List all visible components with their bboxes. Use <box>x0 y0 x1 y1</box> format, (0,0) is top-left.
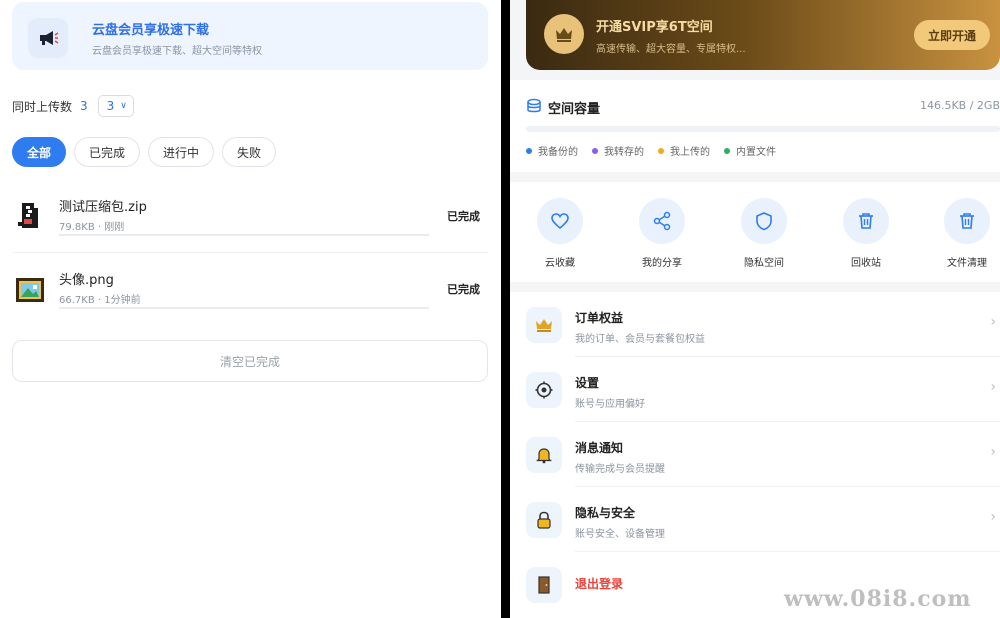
list-item[interactable]: 测试压缩包.zip 79.8KB · 刚刚 已完成 <box>12 190 488 250</box>
quick-action-file-cleanup[interactable]: 文件清理 <box>932 198 1000 269</box>
quick-action-private-space[interactable]: 隐私空间 <box>729 198 799 269</box>
menu-title: 隐私与安全 <box>575 506 636 520</box>
chevron-right-icon: › <box>990 314 996 330</box>
storage-card: 空间容量 146.5KB / 2GB 我备份的 我转存的 我上传的 内置文件 <box>510 80 1000 172</box>
file-progress-fill <box>59 307 429 309</box>
divider <box>12 252 488 253</box>
menu-item-orders[interactable]: 订单权益 我的订单、会员与套餐包权益 › <box>510 292 1000 356</box>
share-icon <box>639 198 685 244</box>
database-icon <box>526 98 542 118</box>
watermark: www.08i8.com <box>784 586 972 612</box>
profile-panel: 开通SVIP享6T空间 高速传输、超大容量、专属特权... 立即开通 空间容量 … <box>510 0 1000 618</box>
heart-icon <box>537 198 583 244</box>
quick-action-label: 回收站 <box>851 258 881 269</box>
chevron-right-icon: › <box>990 444 996 460</box>
file-name: 测试压缩包.zip <box>59 200 147 215</box>
storage-progress-bar <box>526 126 1000 132</box>
file-meta: 79.8KB · 刚刚 <box>59 222 125 233</box>
crown-icon <box>544 14 584 54</box>
svip-subtitle: 高速传输、超大容量、专属特权... <box>596 44 746 55</box>
menu-item-settings[interactable]: 设置 账号与应用偏好 › <box>510 357 1000 421</box>
quick-action-recycle-bin[interactable]: 回收站 <box>831 198 901 269</box>
file-progress-fill <box>59 234 429 236</box>
legend-label: 我上传的 <box>670 147 710 158</box>
legend-item: 我上传的 <box>658 143 710 158</box>
trash-icon <box>944 198 990 244</box>
promo-subtitle: 云盘会员享极速下载、超大空间等特权 <box>92 46 262 57</box>
file-meta: 66.7KB · 1分钟前 <box>59 295 141 306</box>
legend-label: 我备份的 <box>538 147 578 158</box>
megaphone-icon <box>28 18 68 58</box>
chevron-right-icon: › <box>990 509 996 525</box>
concurrency-setting: 同时上传数 3 3 ∨ <box>12 95 134 117</box>
legend-dot <box>526 147 532 154</box>
upload-panel: 云盘会员享极速下载 云盘会员享极速下载、超大空间等特权 同时上传数 3 3 ∨ … <box>0 0 500 618</box>
svip-title: 开通SVIP享6T空间 <box>596 20 713 35</box>
menu-subtitle: 传输完成与会员提醒 <box>575 464 665 475</box>
lock-icon <box>526 502 562 538</box>
concurrency-value: 3 <box>80 99 88 113</box>
menu-title: 订单权益 <box>575 311 624 325</box>
legend-dot <box>592 147 598 154</box>
svip-banner[interactable]: 开通SVIP享6T空间 高速传输、超大容量、专属特权... 立即开通 <box>526 0 1000 70</box>
legend-label: 内置文件 <box>736 147 776 158</box>
concurrency-label: 同时上传数 <box>12 99 73 114</box>
menu-subtitle: 账号与应用偏好 <box>575 399 645 410</box>
file-progress-bar <box>59 234 429 236</box>
file-name: 头像.png <box>59 273 114 288</box>
quick-actions: 云收藏 我的分享 隐私空间 回收站 文件清理 <box>510 182 1000 282</box>
zip-file-icon <box>14 200 46 232</box>
legend-item: 我转存的 <box>592 143 644 158</box>
crown-icon <box>526 307 562 343</box>
promo-title: 云盘会员享极速下载 <box>92 23 210 38</box>
logout-label: 退出登录 <box>575 577 624 591</box>
open-svip-button[interactable]: 立即开通 <box>914 20 990 50</box>
storage-value: 146.5KB / 2GB <box>919 99 1000 112</box>
file-progress-bar <box>59 307 429 309</box>
legend-dot <box>724 147 730 154</box>
divider <box>501 0 510 618</box>
legend-dot <box>658 147 664 154</box>
door-icon <box>526 567 562 603</box>
filter-completed[interactable]: 已完成 <box>74 137 141 167</box>
storage-legend: 我备份的 我转存的 我上传的 内置文件 <box>526 143 776 158</box>
trash-icon <box>843 198 889 244</box>
menu-title: 设置 <box>575 376 600 390</box>
chevron-right-icon: › <box>990 379 996 395</box>
filter-tabs: 全部 已完成 进行中 失败 <box>12 137 277 167</box>
chevron-down-icon: ∨ <box>120 101 127 111</box>
bell-icon <box>526 437 562 473</box>
quick-action-favorites[interactable]: 云收藏 <box>525 198 595 269</box>
settings-menu: 订单权益 我的订单、会员与套餐包权益 › 设置 账号与应用偏好 › 消息通知 传… <box>510 292 1000 618</box>
concurrency-select[interactable]: 3 ∨ <box>97 95 134 117</box>
storage-title: 空间容量 <box>548 102 601 117</box>
menu-subtitle: 我的订单、会员与套餐包权益 <box>575 334 705 345</box>
gear-icon <box>526 372 562 408</box>
shield-icon <box>741 198 787 244</box>
legend-item: 我备份的 <box>526 143 578 158</box>
filter-failed[interactable]: 失败 <box>222 137 277 167</box>
concurrency-select-value: 3 <box>106 99 115 113</box>
image-file-icon <box>14 273 46 305</box>
filter-in-progress[interactable]: 进行中 <box>148 137 215 167</box>
file-status: 已完成 <box>447 283 480 296</box>
quick-action-label: 我的分享 <box>642 258 682 269</box>
screenshot-canvas: 云盘会员享极速下载 云盘会员享极速下载、超大空间等特权 同时上传数 3 3 ∨ … <box>0 0 1000 618</box>
legend-item: 内置文件 <box>724 143 776 158</box>
filter-all[interactable]: 全部 <box>12 137 67 167</box>
quick-action-label: 隐私空间 <box>744 258 784 269</box>
quick-action-label: 文件清理 <box>947 258 987 269</box>
quick-action-share[interactable]: 我的分享 <box>627 198 697 269</box>
member-promo-banner[interactable]: 云盘会员享极速下载 云盘会员享极速下载、超大空间等特权 <box>12 2 488 70</box>
menu-subtitle: 账号安全、设备管理 <box>575 529 665 540</box>
menu-item-privacy-security[interactable]: 隐私与安全 账号安全、设备管理 › <box>510 487 1000 551</box>
clear-completed-button[interactable]: 清空已完成 <box>12 340 488 382</box>
quick-action-label: 云收藏 <box>545 258 575 269</box>
menu-title: 消息通知 <box>575 441 624 455</box>
legend-label: 我转存的 <box>604 147 644 158</box>
menu-item-notifications[interactable]: 消息通知 传输完成与会员提醒 › <box>510 422 1000 486</box>
file-status: 已完成 <box>447 210 480 223</box>
list-item[interactable]: 头像.png 66.7KB · 1分钟前 已完成 <box>12 263 488 323</box>
